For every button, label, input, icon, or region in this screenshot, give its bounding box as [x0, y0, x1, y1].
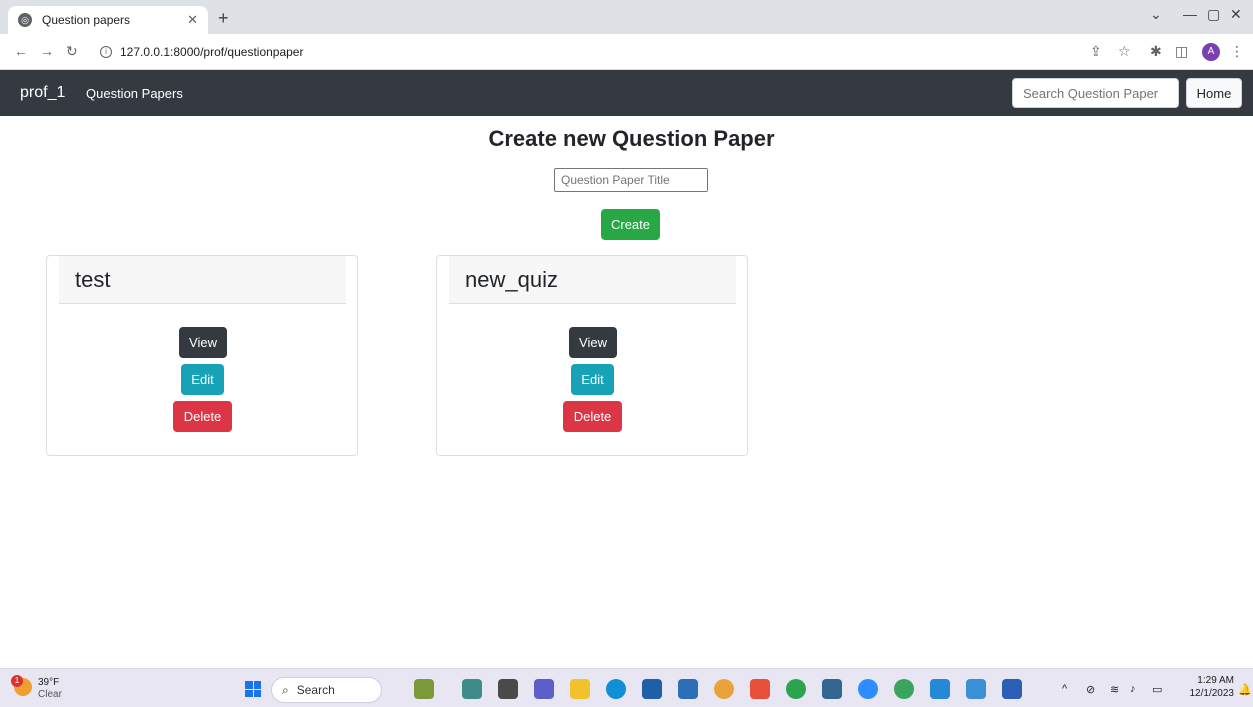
view-button[interactable]: View	[569, 327, 617, 358]
browser-tab-bar: ◎ Question papers ✕ + ⌄ — ▢ ✕	[0, 0, 1253, 34]
reload-icon[interactable]: ↻	[66, 43, 78, 60]
weather-description: Clear	[38, 689, 62, 700]
notification-bell-icon[interactable]: 🔔	[1238, 683, 1252, 696]
zoom-icon[interactable]	[858, 679, 878, 699]
chat-icon[interactable]	[534, 679, 554, 699]
globe-icon: ◎	[18, 13, 32, 27]
page-title: Create new Question Paper	[488, 126, 775, 151]
whatsapp-icon[interactable]	[894, 679, 914, 699]
minimize-icon[interactable]: —	[1183, 6, 1197, 22]
chrome-icon[interactable]	[714, 679, 734, 699]
app-icon[interactable]	[678, 679, 698, 699]
address-bar[interactable]: i 127.0.0.1:8000/prof/questionpaper	[100, 40, 303, 64]
home-button[interactable]: Home	[1186, 78, 1242, 108]
app-icon[interactable]	[414, 679, 434, 699]
maximize-icon[interactable]: ▢	[1207, 6, 1220, 23]
browser-toolbar: ← → ↻ i 127.0.0.1:8000/prof/questionpape…	[0, 34, 1253, 70]
info-icon[interactable]: i	[100, 46, 112, 58]
forward-icon[interactable]: →	[40, 43, 54, 59]
question-paper-card: new_quiz View Edit Delete	[436, 255, 748, 456]
app-icon[interactable]	[462, 679, 482, 699]
view-button[interactable]: View	[179, 327, 227, 358]
file-explorer-icon[interactable]	[498, 679, 518, 699]
question-paper-title-input[interactable]	[554, 168, 708, 192]
share-icon[interactable]: ⇪	[1090, 43, 1102, 60]
card-title: new_quiz	[449, 256, 736, 304]
taskbar-search-label: Search	[296, 683, 335, 697]
chevron-up-icon[interactable]: ^	[1062, 683, 1067, 695]
app-icon[interactable]	[750, 679, 770, 699]
close-window-icon[interactable]: ✕	[1230, 6, 1242, 23]
network-icon[interactable]: ⊘	[1086, 683, 1095, 696]
edit-button[interactable]: Edit	[181, 364, 224, 395]
battery-icon[interactable]: ▭	[1152, 683, 1162, 696]
windows-start-icon[interactable]	[245, 681, 261, 697]
search-input[interactable]	[1012, 78, 1179, 108]
clock-time[interactable]: 1:29 AM	[1194, 675, 1234, 686]
sidebar-icon[interactable]: ◫	[1175, 43, 1188, 60]
new-tab-icon[interactable]: +	[218, 8, 229, 29]
tab-title: Question papers	[42, 13, 131, 27]
nav-link-question-papers[interactable]: Question Papers	[86, 86, 183, 101]
taskbar-search[interactable]: ⌕ Search	[271, 677, 382, 703]
postgres-icon[interactable]	[822, 679, 842, 699]
delete-button[interactable]: Delete	[563, 401, 622, 432]
weather-badge: 1	[11, 675, 23, 687]
search-icon: ⌕	[282, 682, 289, 697]
store-icon[interactable]	[642, 679, 662, 699]
extensions-icon[interactable]: ✱	[1150, 43, 1162, 60]
profile-avatar[interactable]: A	[1202, 43, 1220, 61]
star-icon[interactable]: ☆	[1118, 43, 1131, 60]
edge-icon[interactable]	[606, 679, 626, 699]
create-button[interactable]: Create	[601, 209, 660, 240]
clock-date[interactable]: 12/1/2023	[1186, 688, 1235, 699]
menu-icon[interactable]: ⋮	[1230, 43, 1244, 60]
vscode-icon[interactable]	[930, 679, 950, 699]
url-text: 127.0.0.1:8000/prof/questionpaper	[120, 45, 304, 59]
wifi-icon[interactable]: ≋	[1110, 683, 1119, 696]
question-paper-card: test View Edit Delete	[46, 255, 358, 456]
navbar-brand[interactable]: prof_1	[20, 84, 65, 102]
folder-icon[interactable]	[570, 679, 590, 699]
weather-temperature[interactable]: 39°F	[38, 677, 59, 688]
notepad-icon[interactable]	[966, 679, 986, 699]
word-icon[interactable]	[1002, 679, 1022, 699]
app-icon[interactable]	[786, 679, 806, 699]
back-icon[interactable]: ←	[14, 43, 28, 59]
browser-tab[interactable]: ◎ Question papers ✕	[8, 6, 208, 34]
volume-icon[interactable]: ♪	[1130, 683, 1136, 695]
edit-button[interactable]: Edit	[571, 364, 614, 395]
close-tab-icon[interactable]: ✕	[187, 12, 198, 28]
card-title: test	[59, 256, 346, 304]
chevron-down-icon[interactable]: ⌄	[1150, 6, 1162, 23]
delete-button[interactable]: Delete	[173, 401, 232, 432]
